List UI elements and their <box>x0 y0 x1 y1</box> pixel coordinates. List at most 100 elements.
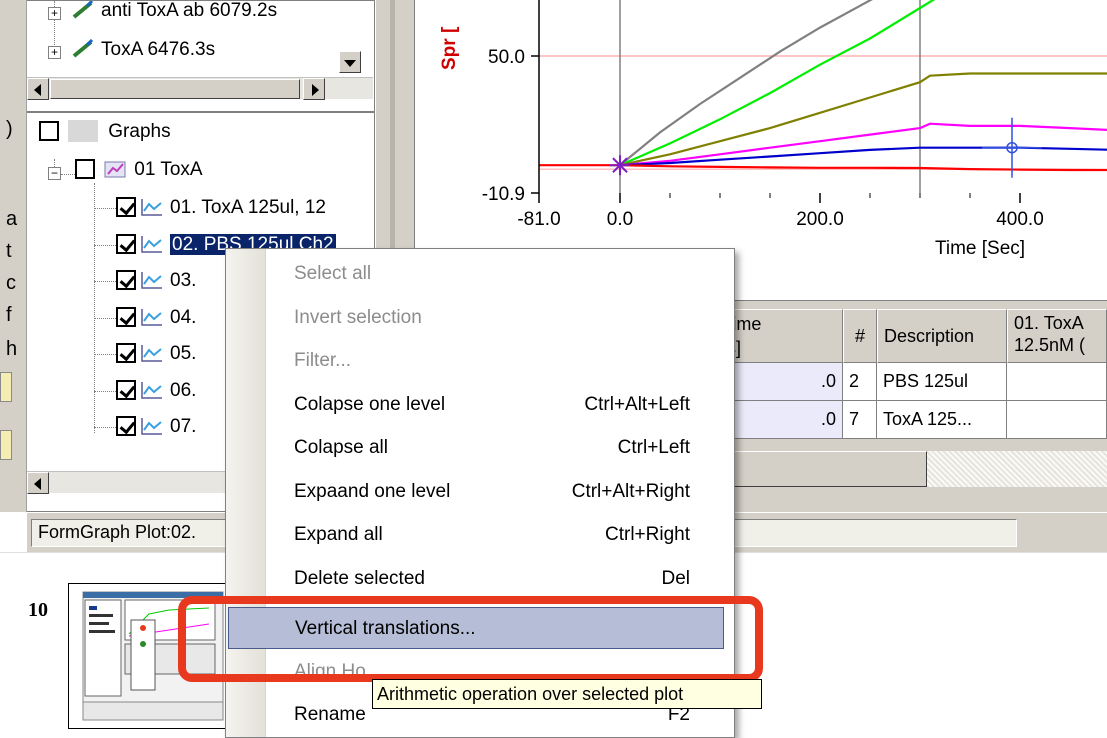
edge-text: c <box>6 272 16 294</box>
menu-item-delete-selected[interactable]: Delete selected Del <box>266 558 734 600</box>
menu-item-invert-selection[interactable]: Invert selection <box>266 297 734 339</box>
plot-checkbox[interactable] <box>116 343 136 363</box>
header-time-line2: [s] <box>722 336 836 360</box>
header-plot-01[interactable]: 01. ToxA 12.5nM ( <box>1007 309 1107 363</box>
menu-item-colapse-one-level[interactable]: Colapse one level Ctrl+Alt+Left <box>266 384 734 426</box>
y-axis-label: Spr [ <box>439 26 460 70</box>
annotation-highlight <box>178 596 763 682</box>
chevron-down-icon <box>344 60 356 67</box>
x-tick-label: 400.0 <box>996 209 1044 230</box>
tree-item-label: ToxA 6476.3s <box>101 39 216 60</box>
tree-item-label: anti ToxA ab 6079.2s <box>101 0 278 21</box>
tree-plot-item[interactable]: 04. <box>116 305 196 331</box>
dropdown-button[interactable] <box>339 51 361 73</box>
plot-checkbox[interactable] <box>116 379 136 400</box>
plot-checkbox[interactable] <box>116 416 136 436</box>
tree-plot-label: 04. <box>170 306 197 328</box>
cell-number[interactable]: 2 <box>843 363 877 401</box>
cell-description[interactable]: ToxA 125... <box>877 401 1007 439</box>
tree-plot-item[interactable]: 05. <box>116 341 196 367</box>
graph-folder-icon <box>104 161 126 178</box>
horizontal-scrollbar[interactable] <box>27 77 373 100</box>
menu-item-expaand-one-level[interactable]: Expaand one level Ctrl+Alt+Right <box>266 471 734 513</box>
group-checkbox[interactable] <box>75 159 95 179</box>
tree-plot-item[interactable]: 06. <box>116 378 196 404</box>
series-line-4 <box>619 146 1107 167</box>
collapse-icon[interactable]: − <box>48 167 61 180</box>
arrow-left-icon <box>34 84 41 96</box>
root-checkbox[interactable] <box>39 121 59 141</box>
edge-text: f <box>6 304 12 326</box>
menu-item-shortcut: Ctrl+Right <box>605 524 690 545</box>
menu-item-shortcut: Ctrl+Alt+Left <box>584 393 690 415</box>
menu-item-label: Colapse one level <box>294 393 446 415</box>
scroll-left-button[interactable] <box>27 472 49 494</box>
expand-icon[interactable]: + <box>48 46 61 59</box>
cell-number[interactable]: 7 <box>843 401 877 439</box>
plot-checkbox[interactable] <box>116 306 136 327</box>
menu-item-select-all[interactable]: Select all <box>266 253 734 295</box>
grid-scroll-thumb[interactable] <box>715 451 927 487</box>
cell-description[interactable]: PBS 125ul <box>877 363 1007 401</box>
objects-tree[interactable]: + anti ToxA ab 6079.2s + ToxA 6476.3s <box>27 0 375 112</box>
menu-item-label: Delete selected <box>294 567 425 589</box>
series-line-0 <box>619 0 873 167</box>
header-plot-line2: 12.5nM ( <box>1014 335 1086 355</box>
x-tick-label: -81.0 <box>517 209 560 230</box>
tree-item-antibody[interactable]: anti ToxA ab 6079.2s <box>67 0 278 24</box>
line-plot-icon <box>141 272 162 289</box>
tree-root-graphs[interactable]: Graphs <box>39 119 171 145</box>
menu-item-expand-all[interactable]: Expand all Ctrl+Right <box>266 514 734 556</box>
cell-plot-value[interactable] <box>1007 401 1107 439</box>
menu-item-colapse-all[interactable]: Colapse all Ctrl+Left <box>266 427 734 469</box>
menu-item-label: Invert selection <box>294 306 422 328</box>
arrow-right-icon <box>312 84 319 96</box>
tree-plot-label: 03. <box>170 270 197 291</box>
line-plot-icon <box>141 235 162 253</box>
edge-text: h <box>6 338 18 360</box>
menu-item-label: Expaand one level <box>294 480 451 502</box>
line-plot-icon <box>141 345 162 362</box>
series-line-2 <box>619 72 1107 167</box>
menu-item-label: Expand all <box>294 524 383 545</box>
line-plot-icon <box>141 381 162 399</box>
menu-item-shortcut: Ctrl+Left <box>617 437 690 458</box>
grid-scroll-track[interactable] <box>927 451 1107 487</box>
edge-text: a <box>6 208 18 230</box>
tree-item-toxa[interactable]: ToxA 6476.3s <box>67 37 215 63</box>
line-plot-icon <box>141 308 162 326</box>
plot-checkbox[interactable] <box>116 197 136 217</box>
menu-item-filter[interactable]: Filter... <box>266 340 734 382</box>
scroll-left-button[interactable] <box>27 78 49 100</box>
slide-number: 10 <box>28 599 48 621</box>
expand-icon[interactable]: + <box>48 7 61 20</box>
tree-plot-item[interactable]: 07. <box>116 414 196 440</box>
edge-marker <box>0 372 12 402</box>
edge-marker <box>0 430 12 460</box>
header-number[interactable]: # <box>843 309 877 363</box>
status-text: FormGraph Plot:02. <box>31 519 226 547</box>
tree-plot-label: 05. <box>170 343 197 364</box>
tree-plot-item[interactable]: 03. <box>116 268 196 294</box>
scroll-right-button[interactable] <box>303 78 325 100</box>
tree-plot-label: 07. <box>170 416 197 437</box>
menu-item-shortcut: Ctrl+Alt+Right <box>571 480 690 502</box>
tree-plot-label: 06. <box>170 379 197 401</box>
folder-icon <box>68 120 99 142</box>
tree-plot-label: 01. ToxA 125ul, 12 <box>170 197 326 218</box>
cell-plot-value[interactable] <box>1007 363 1107 401</box>
plot-checkbox[interactable] <box>116 233 136 254</box>
scroll-thumb[interactable] <box>50 79 300 99</box>
plot-checkbox[interactable] <box>116 270 136 290</box>
tooltip: Arithmetic operation over selected plot <box>372 679 762 709</box>
status-field-empty <box>727 519 1017 547</box>
line-plot-icon <box>141 418 162 435</box>
x-axis-label: Time [Sec] <box>935 238 1025 259</box>
tree-group-01-toxa[interactable]: 01 ToxA <box>75 157 203 183</box>
menu-item-label: Filter... <box>294 350 352 371</box>
series-line-3 <box>619 122 1107 167</box>
tree-plot-item[interactable]: 01. ToxA 125ul, 12 <box>116 195 326 221</box>
header-description[interactable]: Description <box>877 309 1007 363</box>
x-tick-label: 200.0 <box>796 209 844 230</box>
y-tick-label: 50.0 <box>488 47 525 68</box>
